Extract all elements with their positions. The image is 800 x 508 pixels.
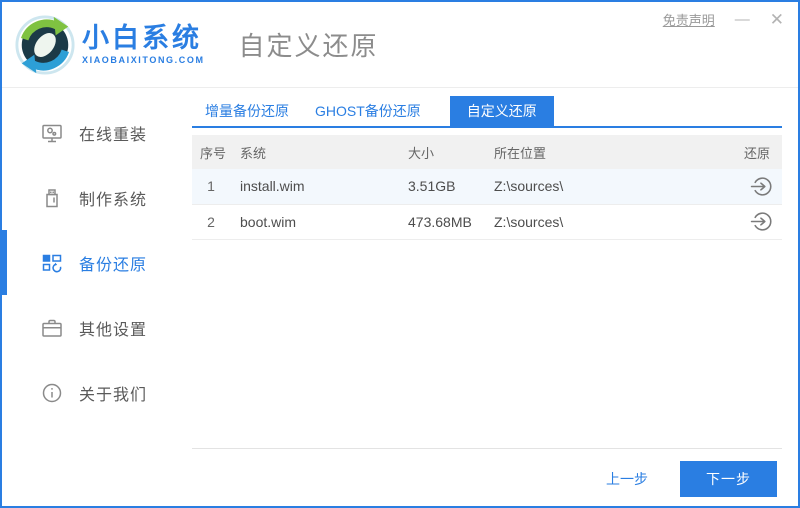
app-window: 免责声明 — ✕ 小白系统 XIAOBAIXITONG.COM 自定义还原 在线… [0,0,800,508]
content-panel: 增量备份还原 GHOST备份还原 自定义还原 序号 系统 大小 所在位置 还原 [192,88,798,506]
info-circle-icon [40,381,64,405]
sidebar-item-other-settings[interactable]: 其他设置 [2,295,192,360]
restore-icon[interactable] [748,208,776,236]
sidebar-item-label: 备份还原 [79,256,148,274]
sidebar-item-label: 制作系统 [79,191,148,209]
cell-location: Z:\sources\ [494,204,672,240]
col-header-restore: 还原 [672,135,782,169]
sidebar: 在线重装 制作系统 备份还原 其他设置 关于我们 [2,88,192,506]
usb-drive-icon [40,186,64,210]
cell-index: 2 [192,204,240,240]
col-header-index: 序号 [192,135,240,169]
tab-bar: 增量备份还原 GHOST备份还原 自定义还原 [192,96,782,128]
footer-bar: 上一步 下一步 [192,448,782,506]
prev-step-button[interactable]: 上一步 [606,469,648,489]
sidebar-item-label: 其他设置 [79,321,148,339]
sidebar-item-make-system[interactable]: 制作系统 [2,165,192,230]
cell-system: install.wim [240,169,408,205]
close-icon[interactable]: ✕ [770,11,784,28]
col-header-system: 系统 [240,135,408,169]
col-header-size: 大小 [408,135,494,169]
tab-custom-restore[interactable]: 自定义还原 [449,96,554,126]
minimize-icon[interactable]: — [735,12,750,27]
backup-files-table: 序号 系统 大小 所在位置 还原 1 install.wim 3.51GB Z:… [192,135,782,240]
cell-size: 3.51GB [408,169,494,205]
disclaimer-link[interactable]: 免责声明 [663,10,715,29]
sidebar-item-online-reinstall[interactable]: 在线重装 [2,100,192,165]
cell-location: Z:\sources\ [494,169,672,205]
next-step-button[interactable]: 下一步 [680,460,777,497]
main-area: 在线重装 制作系统 备份还原 其他设置 关于我们 增量备份还原 GHOST备份还… [2,88,798,506]
sidebar-item-about-us[interactable]: 关于我们 [2,360,192,425]
brand-domain: XIAOBAIXITONG.COM [82,54,205,65]
cell-index: 1 [192,169,240,205]
tab-ghost-backup-restore[interactable]: GHOST备份还原 [302,96,434,126]
cell-size: 473.68MB [408,204,494,240]
settings-case-icon [40,316,64,340]
restore-icon[interactable] [748,172,776,200]
sidebar-item-label: 在线重装 [79,126,148,144]
sidebar-item-backup-restore[interactable]: 备份还原 [2,230,192,295]
table-header-row: 序号 系统 大小 所在位置 还原 [192,135,782,169]
table-row[interactable]: 2 boot.wim 473.68MB Z:\sources\ [192,204,782,240]
brand-name: 小白系统 [82,23,202,54]
cell-system: boot.wim [240,204,408,240]
sidebar-item-label: 关于我们 [79,386,148,404]
tab-incremental-backup-restore[interactable]: 增量备份还原 [192,96,302,126]
app-logo-icon [14,14,76,76]
page-title: 自定义还原 [238,31,379,61]
backup-grid-icon [40,251,64,275]
table-row[interactable]: 1 install.wim 3.51GB Z:\sources\ [192,169,782,205]
brand-block: 小白系统 XIAOBAIXITONG.COM [82,23,205,65]
col-header-location: 所在位置 [494,135,672,169]
monitor-reinstall-icon [40,121,64,145]
titlebar-controls: 免责声明 — ✕ [663,10,784,29]
